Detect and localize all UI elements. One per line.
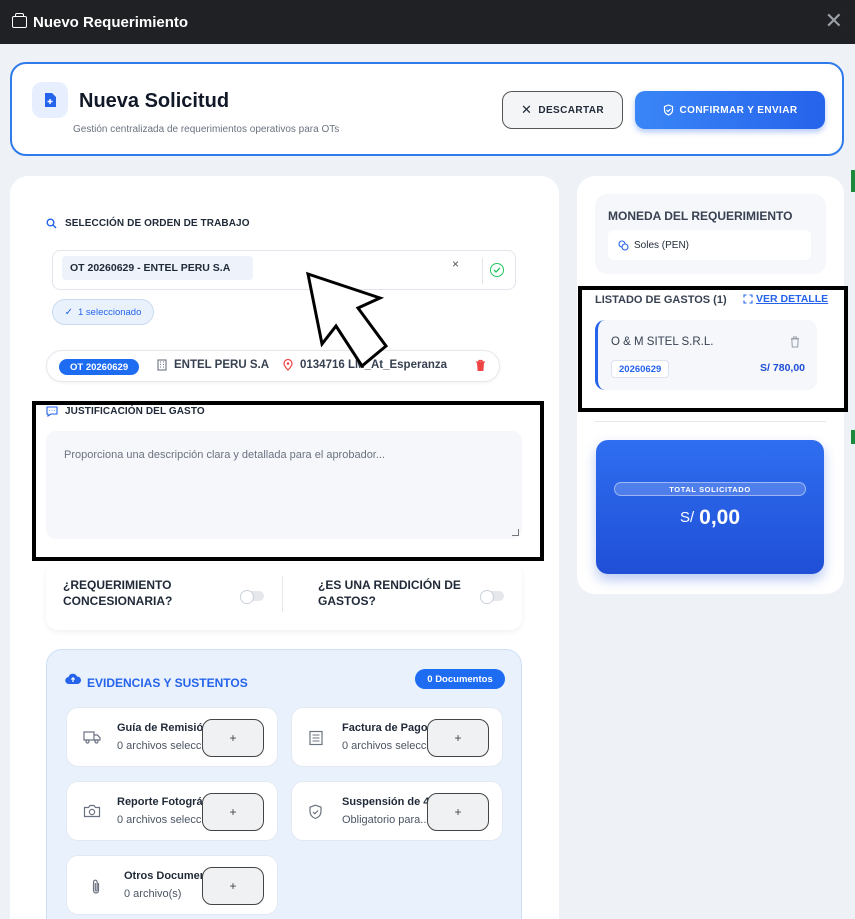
annotation-box-expenses xyxy=(578,286,848,412)
discard-button[interactable]: ✕ DESCARTAR xyxy=(502,91,623,129)
doc-tile-suspension-4ta: Suspensión de 4ta Obligatorio para... + xyxy=(291,781,503,841)
currency-title: MONEDA DEL REQUERIMIENTO xyxy=(608,209,793,223)
confirm-send-button[interactable]: CONFIRMAR Y ENVIAR xyxy=(635,91,825,129)
toggle-divider xyxy=(282,576,283,612)
ot-tag: OT 20260629 xyxy=(59,359,140,375)
window-icon xyxy=(12,13,27,28)
doc-status: 0 archivos seleccionados xyxy=(117,814,203,826)
page-subtitle: Gestión centralizada de requerimientos o… xyxy=(73,124,340,135)
doc-name: Factura de Pago xyxy=(342,722,428,734)
add-file-button[interactable]: + xyxy=(202,867,264,905)
invoice-icon xyxy=(309,730,323,746)
discard-label: DESCARTAR xyxy=(538,104,604,116)
total-amount: 0,00 xyxy=(699,506,741,529)
rendicion-toggle[interactable] xyxy=(480,590,504,604)
currency-card: MONEDA DEL REQUERIMIENTO Soles (PEN) xyxy=(595,194,826,274)
select-divider xyxy=(482,258,483,284)
annotation-arrow xyxy=(306,271,389,369)
total-value: S/0,00 xyxy=(596,506,824,530)
total-label: TOTAL SOLICITADO xyxy=(614,482,806,496)
paperclip-icon xyxy=(92,879,100,894)
check-icon: ✓ xyxy=(64,306,73,318)
search-icon xyxy=(46,218,57,229)
documents-count-badge: 0 Documentos xyxy=(415,669,505,689)
annotation-box-justification xyxy=(32,401,544,561)
cloud-upload-icon xyxy=(65,673,81,685)
concesionaria-toggle[interactable] xyxy=(240,590,264,604)
ot-company: ENTEL PERU S.A xyxy=(157,359,269,371)
add-file-button[interactable]: + xyxy=(202,719,264,757)
total-card: TOTAL SOLICITADO S/0,00 xyxy=(596,440,824,574)
concesionaria-label: ¿REQUERIMIENTO CONCESIONARIA? xyxy=(63,578,173,608)
summary-divider xyxy=(595,421,826,422)
window-title: Nuevo Requerimiento xyxy=(33,13,189,31)
selected-ot-row: OT 20260629 ENTEL PERU S.A 0134716 LM_At… xyxy=(46,350,500,382)
work-order-section-label: SELECCIÓN DE ORDEN DE TRABAJO xyxy=(65,218,250,229)
building-icon xyxy=(157,359,167,371)
selected-count-label: 1 seleccionado xyxy=(78,306,142,318)
doc-status: Obligatorio para... xyxy=(342,814,428,826)
document-add-icon xyxy=(32,82,68,118)
window-edge-strip xyxy=(851,430,855,444)
doc-tile-otros-documentos: Otros Documentos 0 archivo(s) + xyxy=(66,855,278,915)
add-file-button[interactable]: + xyxy=(202,793,264,831)
doc-status: 0 archivos seleccionados xyxy=(117,740,203,752)
total-currency: S/ xyxy=(679,509,695,526)
add-file-button[interactable]: + xyxy=(427,793,489,831)
doc-name: Reporte Fotográfico xyxy=(117,796,205,808)
doc-name: Guía de Remisión xyxy=(117,722,205,734)
shield-check-icon xyxy=(663,104,673,116)
page-title: Nueva Solicitud xyxy=(79,90,230,112)
window-titlebar: Nuevo Requerimiento ✕ xyxy=(0,0,855,44)
clear-selection-button[interactable]: × xyxy=(452,257,459,271)
ot-company-name: ENTEL PERU S.A xyxy=(174,359,269,371)
doc-status: 0 archivos seleccionados xyxy=(342,740,428,752)
evidence-title: EVIDENCIAS Y SUSTENTOS xyxy=(87,676,248,690)
toggle-options-card: ¿REQUERIMIENTO CONCESIONARIA? ¿ES UNA RE… xyxy=(46,564,522,630)
selected-count-badge: ✓ 1 seleccionado xyxy=(52,299,154,325)
close-window-button[interactable]: ✕ xyxy=(825,10,843,32)
evidence-card: EVIDENCIAS Y SUSTENTOS 0 Documentos Guía… xyxy=(46,649,522,919)
add-file-button[interactable]: + xyxy=(427,719,489,757)
selected-ot-chip: OT 20260629 - ENTEL PERU S.A xyxy=(62,256,253,280)
trash-icon[interactable] xyxy=(475,359,486,372)
currency-select[interactable]: Soles (PEN) xyxy=(608,230,811,260)
coins-icon xyxy=(618,239,629,251)
doc-tile-reporte-fotografico: Reporte Fotográfico 0 archivos seleccion… xyxy=(66,781,278,841)
camera-icon xyxy=(83,804,101,818)
shield-icon xyxy=(309,804,322,820)
rendicion-label: ¿ES UNA RENDICIÓN DE GASTOS? xyxy=(318,578,461,608)
header-card: Nueva Solicitud Gestión centralizada de … xyxy=(10,62,844,156)
doc-tile-factura-pago: Factura de Pago 0 archivos seleccionados… xyxy=(291,707,503,767)
work-order-select[interactable]: OT 20260629 - ENTEL PERU S.A × xyxy=(52,250,516,290)
close-icon: ✕ xyxy=(521,102,533,117)
map-pin-icon xyxy=(283,359,293,371)
doc-tile-guia-remision: Guía de Remisión 0 archivos seleccionado… xyxy=(66,707,278,767)
confirm-label: CONFIRMAR Y ENVIAR xyxy=(679,104,798,116)
doc-name: Otros Documentos xyxy=(124,870,204,882)
currency-value: Soles (PEN) xyxy=(634,239,690,251)
check-circle-icon xyxy=(490,263,504,277)
window-edge-strip xyxy=(851,170,855,192)
doc-name: Suspensión de 4ta xyxy=(342,796,430,808)
doc-status: 0 archivo(s) xyxy=(124,888,182,900)
truck-icon xyxy=(83,731,101,744)
